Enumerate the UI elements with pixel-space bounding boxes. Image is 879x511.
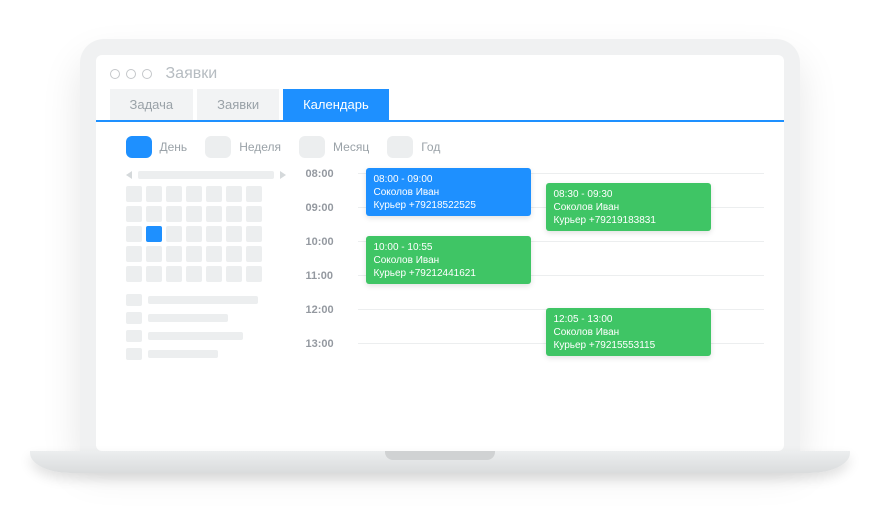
calendar-event[interactable]: 08:00 - 09:00Соколов ИванКурьер +7921852… (366, 168, 531, 216)
laptop-notch (385, 451, 495, 460)
mini-cal-day[interactable] (206, 206, 222, 222)
mini-cal-day[interactable] (166, 206, 182, 222)
view-month-label: Месяц (333, 140, 369, 154)
mini-cal-title-placeholder (138, 171, 274, 179)
mini-cal-day[interactable] (166, 246, 182, 262)
main-body: 08:00 09:00 10:00 11:00 12:00 13:00 08:00 - 09… (96, 168, 784, 370)
app-screen: Заявки Задача Заявки Календарь День Неде… (96, 55, 784, 451)
mini-cal-day[interactable] (126, 206, 142, 222)
event-name: Соколов Иван (554, 326, 703, 339)
mini-cal-day[interactable] (226, 246, 242, 262)
event-contact: Курьер +79218522525 (374, 199, 523, 212)
list-item (126, 312, 286, 324)
mini-cal-day[interactable] (186, 246, 202, 262)
mini-cal-day[interactable] (186, 266, 202, 282)
hour-label: 11:00 (306, 270, 346, 282)
mini-cal-day[interactable] (126, 226, 142, 242)
laptop-frame: Заявки Задача Заявки Календарь День Неде… (80, 39, 800, 451)
mini-cal-day[interactable] (186, 206, 202, 222)
mini-cal-day[interactable] (186, 226, 202, 242)
hour-label: 12:00 (306, 304, 346, 316)
calendar-event[interactable]: 12:05 - 13:00Соколов ИванКурьер +7921555… (546, 308, 711, 356)
tab-calendar[interactable]: Календарь (283, 89, 389, 120)
view-month-icon (299, 136, 325, 158)
mini-cal-day[interactable] (146, 226, 162, 242)
mini-cal-day[interactable] (166, 266, 182, 282)
view-year-icon (387, 136, 413, 158)
hour-label: 08:00 (306, 168, 346, 180)
mini-cal-day[interactable] (166, 186, 182, 202)
window-close-icon[interactable] (110, 69, 120, 79)
mini-cal-day[interactable] (206, 266, 222, 282)
window-titlebar: Заявки (96, 55, 784, 89)
event-name: Соколов Иван (554, 201, 703, 214)
event-time: 08:30 - 09:30 (554, 188, 703, 201)
mini-cal-day[interactable] (126, 266, 142, 282)
chevron-right-icon[interactable] (280, 171, 286, 179)
mini-cal-day[interactable] (126, 246, 142, 262)
view-switcher: День Неделя Месяц Год (96, 122, 784, 168)
view-month[interactable]: Месяц (299, 136, 369, 158)
laptop-base (30, 451, 850, 473)
window-title: Заявки (166, 65, 218, 83)
view-year[interactable]: Год (387, 136, 440, 158)
mini-cal-day[interactable] (246, 266, 262, 282)
tab-requests[interactable]: Заявки (197, 89, 279, 120)
window-max-icon[interactable] (142, 69, 152, 79)
sidebar-list (126, 294, 286, 360)
mini-cal-day[interactable] (246, 206, 262, 222)
mini-cal-day[interactable] (246, 186, 262, 202)
mini-cal-nav (126, 168, 286, 182)
list-item (126, 348, 286, 360)
hour-label: 13:00 (306, 338, 346, 350)
hour-label: 09:00 (306, 202, 346, 214)
mini-cal-day[interactable] (146, 186, 162, 202)
mini-cal-day[interactable] (226, 266, 242, 282)
view-week[interactable]: Неделя (205, 136, 281, 158)
tab-task[interactable]: Задача (110, 89, 194, 120)
chevron-left-icon[interactable] (126, 171, 132, 179)
mini-cal-day[interactable] (206, 246, 222, 262)
event-time: 08:00 - 09:00 (374, 173, 523, 186)
event-contact: Курьер +79219183831 (554, 214, 703, 227)
view-day[interactable]: День (126, 136, 188, 158)
mini-cal-day[interactable] (146, 246, 162, 262)
view-day-icon (126, 136, 152, 158)
mini-cal-day[interactable] (246, 226, 262, 242)
mini-cal-day[interactable] (206, 186, 222, 202)
event-name: Соколов Иван (374, 186, 523, 199)
event-name: Соколов Иван (374, 254, 523, 267)
list-item (126, 294, 286, 306)
mini-cal-day[interactable] (226, 186, 242, 202)
mini-calendar[interactable] (126, 186, 286, 282)
mini-cal-day[interactable] (146, 206, 162, 222)
view-year-label: Год (421, 140, 440, 154)
event-contact: Курьер +79212441621 (374, 267, 523, 280)
timeline[interactable]: 08:00 09:00 10:00 11:00 12:00 13:00 08:00 - 09… (306, 168, 764, 360)
view-week-icon (205, 136, 231, 158)
tab-bar: Задача Заявки Календарь (96, 89, 784, 122)
sidebar (126, 168, 286, 360)
calendar-event[interactable]: 10:00 - 10:55Соколов ИванКурьер +7921244… (366, 236, 531, 284)
calendar-event[interactable]: 08:30 - 09:30Соколов ИванКурьер +7921918… (546, 183, 711, 231)
mini-cal-day[interactable] (126, 186, 142, 202)
view-day-label: День (160, 140, 188, 154)
mini-cal-day[interactable] (166, 226, 182, 242)
mini-cal-day[interactable] (186, 186, 202, 202)
window-controls[interactable] (110, 69, 152, 79)
event-time: 12:05 - 13:00 (554, 313, 703, 326)
mini-cal-day[interactable] (226, 226, 242, 242)
event-contact: Курьер +79215553115 (554, 339, 703, 352)
window-min-icon[interactable] (126, 69, 136, 79)
mini-cal-day[interactable] (146, 266, 162, 282)
view-week-label: Неделя (239, 140, 281, 154)
mini-cal-day[interactable] (206, 226, 222, 242)
list-item (126, 330, 286, 342)
mini-cal-day[interactable] (226, 206, 242, 222)
mini-cal-day[interactable] (246, 246, 262, 262)
hour-label: 10:00 (306, 236, 346, 248)
event-time: 10:00 - 10:55 (374, 241, 523, 254)
